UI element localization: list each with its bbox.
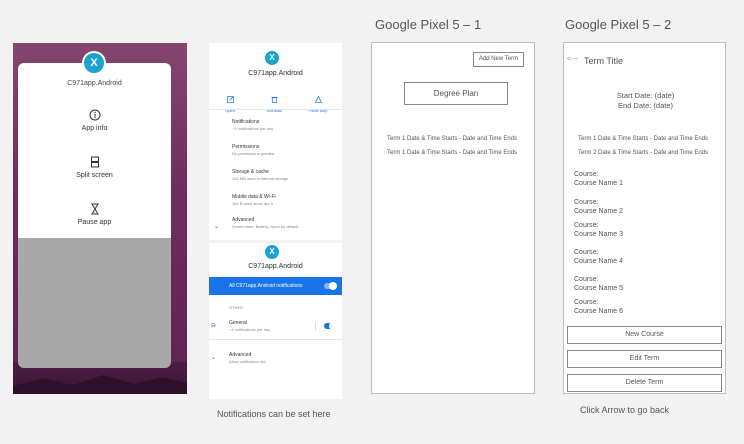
end-date: End Date: (date) xyxy=(617,101,674,110)
course-label: Course: xyxy=(574,171,599,178)
setting-subtitle: 132 MB used in internal storage xyxy=(232,176,289,181)
section-header-other: OTHER xyxy=(229,305,243,310)
new-course-button[interactable]: New Course xyxy=(567,326,722,344)
screen2-frame: <--- Term Title Start Date: (date) End D… xyxy=(563,42,726,394)
term-title: Term Title xyxy=(584,56,624,66)
xamarin-logo-icon: X xyxy=(265,51,279,65)
screen2-title: Google Pixel 5 – 2 xyxy=(565,17,672,32)
menu-item-app-info[interactable]: App info xyxy=(18,109,171,132)
hourglass-icon xyxy=(90,203,99,215)
open-icon xyxy=(226,96,234,103)
setting-subtitle: ~4 notifications per day xyxy=(232,126,274,131)
course-label: Course: xyxy=(574,276,599,283)
term-row[interactable]: Term 1 Date & Time Starts - Date and Tim… xyxy=(387,136,517,142)
menu-item-label: Pause app xyxy=(77,219,112,226)
course-label: Course: xyxy=(574,299,599,306)
setting-title: Advanced xyxy=(229,352,252,358)
divider xyxy=(209,339,342,340)
app-name: C971app.Android xyxy=(67,80,122,87)
course-name: Course Name 4 xyxy=(574,258,624,265)
course-name: Course Name 5 xyxy=(574,285,624,292)
setting-title: Mobile data & Wi-Fi xyxy=(232,194,276,200)
info-icon xyxy=(89,109,100,121)
chevron-down-icon: ⌄ xyxy=(211,355,217,361)
app-title: C971app.Android xyxy=(248,70,303,77)
course-name: Course Name 3 xyxy=(574,231,624,238)
app-shortcut-menu: C971app.Android App info Split screen Pa… xyxy=(18,63,171,238)
menu-item-label: App info xyxy=(81,125,108,132)
back-caption: Click Arrow to go back xyxy=(580,405,670,415)
menu-item-split-screen[interactable]: Split screen xyxy=(18,156,171,179)
split-screen-icon xyxy=(90,156,99,168)
back-arrow-icon[interactable]: <--- xyxy=(567,56,578,63)
setting-title: Advanced xyxy=(232,217,255,223)
app-long-press-screen: C971app.Android App info Split screen Pa… xyxy=(13,43,187,394)
app-preview-area xyxy=(18,238,171,368)
screen1-title: Google Pixel 5 – 1 xyxy=(375,17,482,32)
bell-icon: ⍾ xyxy=(211,322,216,329)
chevron-down-icon: ⌄ xyxy=(214,224,220,230)
course-item[interactable]: Course: Course Name 3 xyxy=(574,221,623,239)
setting-subtitle: ~4 notifications per day xyxy=(229,327,271,332)
divider xyxy=(209,109,342,110)
all-notifications-switch[interactable] xyxy=(324,282,337,290)
all-notifications-toggle-row[interactable]: All C971app.Android notifications xyxy=(209,277,342,295)
start-date: Start Date: (date) xyxy=(616,91,675,100)
xamarin-logo-icon[interactable]: X xyxy=(84,53,104,73)
trash-icon xyxy=(270,96,278,103)
all-notifications-label: All C971app.Android notifications xyxy=(229,283,303,289)
course-name: Course Name 1 xyxy=(574,180,624,187)
term-row[interactable]: Term 1 Date & Time Starts - Date and Tim… xyxy=(387,150,517,156)
edit-term-button[interactable]: Edit Term xyxy=(567,350,722,368)
course-label: Course: xyxy=(574,199,599,206)
delete-term-button[interactable]: Delete Term xyxy=(567,374,722,392)
section-separator xyxy=(209,240,342,243)
screen1-frame: Add New Term Degree Plan Term 1 Date & T… xyxy=(371,42,535,394)
setting-subtitle: Screen time, Battery, Open by default xyxy=(232,224,299,229)
course-name: Course Name 6 xyxy=(574,308,624,315)
course-item[interactable]: Course: Course Name 4 xyxy=(574,248,623,266)
course-name: Course Name 2 xyxy=(574,208,624,215)
setting-title: Permissions xyxy=(232,144,260,150)
setting-title: Notifications xyxy=(232,119,260,125)
term-row[interactable]: Term 2 Date & Time Starts - Date and Tim… xyxy=(578,150,708,156)
term-row[interactable]: Term 1 Date & Time Starts - Date and Tim… xyxy=(578,136,708,142)
menu-item-pause-app[interactable]: Pause app xyxy=(18,203,171,226)
warning-icon xyxy=(314,95,322,103)
course-item[interactable]: Course: Course Name 5 xyxy=(574,275,623,293)
general-switch[interactable] xyxy=(324,322,337,330)
course-item[interactable]: Course: Course Name 1 xyxy=(574,170,623,188)
divider xyxy=(315,322,316,331)
xamarin-logo-icon: X xyxy=(265,245,279,259)
setting-subtitle: 160 B used since Apr 5 xyxy=(232,201,274,206)
course-label: Course: xyxy=(574,222,599,229)
course-item[interactable]: Course: Course Name 6 xyxy=(574,298,623,316)
course-item[interactable]: Course: Course Name 2 xyxy=(574,198,623,216)
degree-plan-button[interactable]: Degree Plan xyxy=(404,82,508,105)
notifications-caption: Notifications can be set here xyxy=(217,409,331,419)
setting-title: Storage & cache xyxy=(232,169,269,175)
setting-subtitle: Allow notification dot xyxy=(229,359,266,364)
menu-item-label: Split screen xyxy=(76,172,113,179)
setting-subtitle: No permissions granted xyxy=(232,151,275,156)
add-new-term-button[interactable]: Add New Term xyxy=(473,52,524,67)
course-label: Course: xyxy=(574,249,599,256)
app-info-screen: X C971app.Android Open Uninstall Force s… xyxy=(209,43,342,399)
setting-title: General xyxy=(229,320,247,326)
notifications-app-title: C971app.Android xyxy=(248,263,303,270)
